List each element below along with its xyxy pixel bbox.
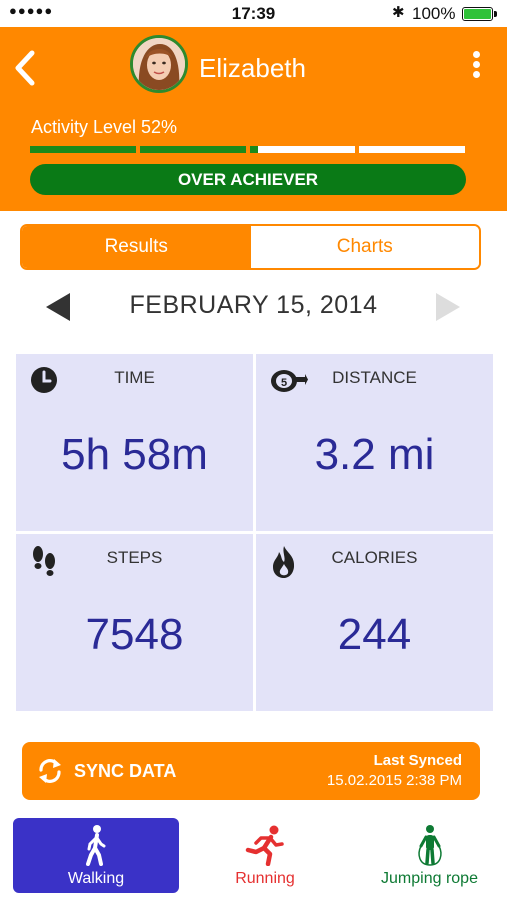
- stat-card-distance: 5 DISTANCE 3.2 mi: [256, 354, 493, 531]
- app-screen: ●●●●● 17:39 ✱ 100% Elizabeth Activity Le…: [0, 0, 507, 900]
- menu-dot: [472, 61, 480, 68]
- activity-level-segment: [30, 146, 136, 153]
- activity-tab-walking[interactable]: Walking: [13, 818, 179, 893]
- activity-tab-jumping-rope[interactable]: Jumping rope: [352, 818, 507, 893]
- more-options-button[interactable]: [466, 51, 486, 83]
- activity-label: Running: [235, 870, 295, 887]
- avatar-photo: [133, 38, 185, 90]
- stat-value: 3.2 mi: [314, 430, 435, 479]
- jumping-rope-icon: [417, 825, 442, 866]
- stat-label: CALORIES: [331, 548, 418, 567]
- stat-card-calories: CALORIES 244: [256, 534, 493, 711]
- activity-level-segment: [249, 146, 356, 153]
- activity-level-segment: [139, 146, 246, 153]
- sync-data-button[interactable]: SYNC DATA Last Synced 15.02.2015 2:38 PM: [22, 742, 480, 800]
- back-button[interactable]: [8, 43, 48, 93]
- menu-dot: [472, 51, 480, 58]
- battery-icon: [462, 7, 493, 21]
- stat-label: DISTANCE: [332, 368, 417, 387]
- battery-percent: 100%: [412, 4, 456, 23]
- stat-value: 7548: [85, 610, 184, 659]
- activity-level-segment-fill: [30, 146, 136, 153]
- running-icon: [245, 825, 284, 866]
- stat-card-time: TIME 5h 58m: [16, 354, 253, 531]
- activity-tab-running[interactable]: Running: [182, 818, 348, 893]
- selected-date: FEBRUARY 15, 2014: [129, 291, 378, 319]
- stat-label: TIME: [114, 368, 155, 387]
- sync-icon: [39, 759, 61, 783]
- next-date-button[interactable]: [436, 293, 460, 321]
- stat-value: 244: [337, 610, 412, 659]
- activity-level-segment-fill: [139, 146, 246, 153]
- profile-header: Elizabeth Activity Level 52% OVER ACHIEV…: [0, 27, 507, 211]
- tab-charts[interactable]: Charts: [250, 226, 479, 268]
- last-synced-timestamp: 15.02.2015 2:38 PM: [326, 772, 462, 789]
- activity-label: Jumping rope: [381, 870, 478, 887]
- activity-level-segment-fill: [249, 146, 258, 153]
- activity-level-segment: [359, 146, 465, 153]
- sync-label: SYNC DATA: [74, 761, 177, 781]
- view-switcher: Results Charts: [20, 224, 481, 270]
- bluetooth-icon: ✱: [392, 4, 405, 21]
- walking-icon: [86, 825, 106, 866]
- achievement-badge: OVER ACHIEVER: [30, 164, 466, 195]
- avatar[interactable]: [130, 35, 188, 93]
- tab-results[interactable]: Results: [22, 226, 251, 268]
- last-synced-label: Last Synced: [373, 752, 462, 769]
- activity-level-progress: [30, 146, 465, 153]
- activity-label: Walking: [67, 870, 125, 887]
- status-bar: ●●●●● 17:39 ✱ 100%: [0, 0, 507, 27]
- battery-tip: [494, 11, 497, 17]
- activity-level-label: Activity Level 52%: [31, 117, 178, 137]
- chevron-left-icon: [15, 50, 35, 86]
- user-name: Elizabeth: [199, 53, 306, 83]
- stat-card-steps: STEPS 7548: [16, 534, 253, 711]
- stat-label: STEPS: [106, 548, 163, 567]
- stat-value: 5h 58m: [61, 430, 208, 479]
- menu-dot: [472, 71, 480, 78]
